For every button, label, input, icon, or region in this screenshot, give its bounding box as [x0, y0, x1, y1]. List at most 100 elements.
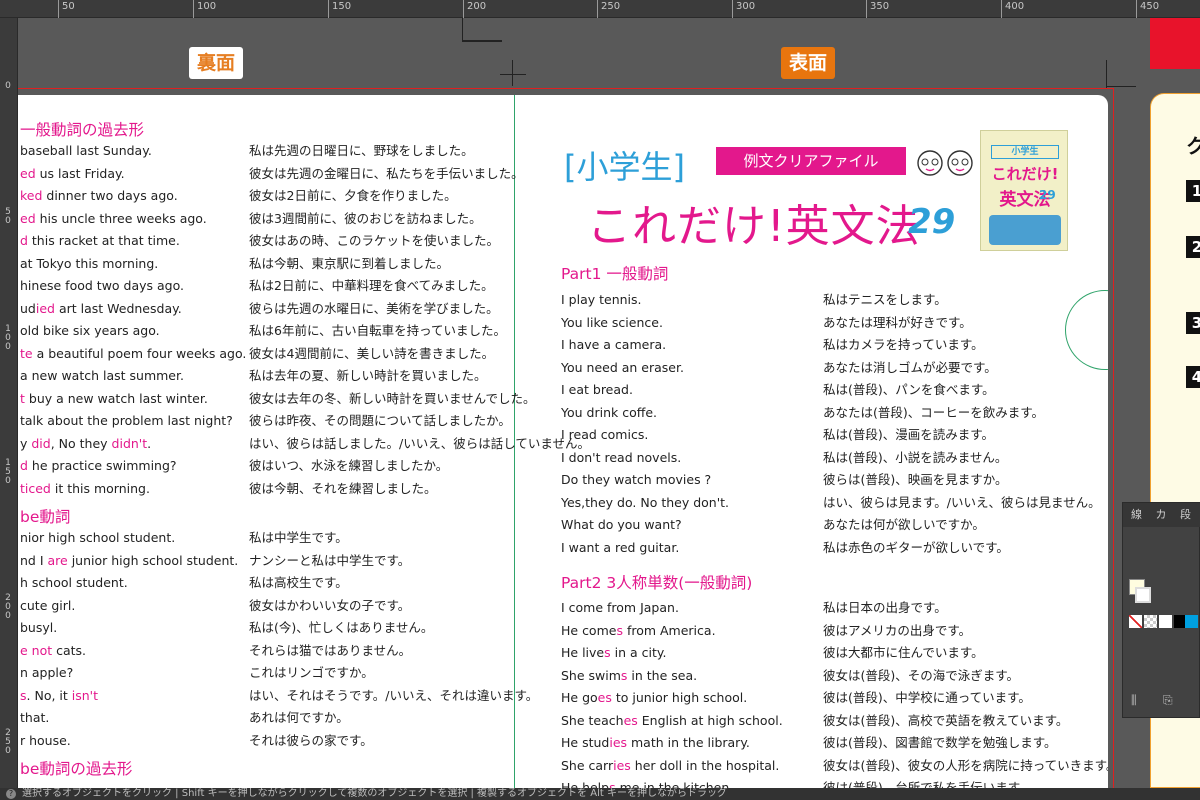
example-japanese: 私はカメラを持っています。: [823, 337, 984, 352]
example-japanese: 彼は(普段)、図書館で数学を勉強します。: [823, 735, 1057, 750]
example-english: s. No, it isn't: [20, 688, 98, 704]
stroke-color-swatch[interactable]: [1135, 587, 1151, 603]
ruler-top[interactable]: 50 100 150 200 250 300 350 400 450: [0, 0, 1200, 18]
example-japanese: それは彼らの家です。: [249, 732, 373, 748]
en-text: to junior high school.: [611, 690, 748, 705]
example-japanese: 私は中学生です。: [249, 530, 348, 545]
en-text: ud: [20, 300, 36, 316]
example-japanese: はい、彼らは話しました。/いいえ、彼らは話していません。: [249, 435, 590, 451]
example-english: He lives in a city.: [561, 645, 666, 661]
en-highlight: te: [20, 345, 33, 361]
example-japanese: 彼は今朝、それを練習しました。: [249, 480, 437, 496]
example-english: te a beautiful poem four weeks ago.: [20, 346, 246, 362]
number-badge: 2: [1186, 236, 1200, 258]
en-text: nd I: [20, 552, 48, 568]
en-text: dinner two days ago.: [42, 188, 178, 203]
example-english: I want a red guitar.: [561, 539, 680, 555]
section-title: be動詞の過去形: [20, 760, 133, 778]
example-japanese: 彼らは(普段)、映画を見ますか。: [823, 472, 1008, 487]
example-english: Yes,they do. No they don't.: [561, 494, 730, 510]
example-japanese: 私は日本の出身です。: [823, 600, 947, 615]
none-swatch[interactable]: [1129, 615, 1142, 628]
ruler-mark: 250: [597, 0, 620, 18]
artboard-page[interactable]: 一般動詞の過去形 baseball last Sunday. 私は先週の日曜日に、…: [18, 95, 1108, 788]
en-highlight: did: [31, 435, 51, 451]
example-english: ed his uncle three weeks ago.: [20, 211, 207, 227]
example-japanese: あなたは(普段)、コーヒーを飲みます。: [823, 404, 1045, 420]
en-highlight: ies: [609, 735, 628, 750]
crop-mark: [462, 18, 463, 42]
example-japanese: 私は(普段)、漫画を読みます。: [823, 427, 995, 442]
example-english: that.: [20, 710, 50, 725]
example-english: She swims in the sea.: [561, 668, 697, 684]
ruler-mark: 5 0: [5, 207, 11, 226]
en-text: He come: [561, 622, 617, 638]
example-english: What do you want?: [561, 517, 682, 532]
example-english: I eat bread.: [561, 382, 633, 397]
en-text: He go: [561, 690, 598, 705]
help-icon[interactable]: ?: [6, 789, 16, 799]
registration-swatch[interactable]: [1144, 615, 1157, 628]
crop-mark: [1106, 60, 1107, 88]
example-japanese: はい、それはそうです。/いいえ、それは違います。: [249, 687, 539, 703]
paper-swatch[interactable]: [1159, 615, 1172, 628]
ruler-mark: 300: [732, 0, 755, 18]
ruler-mark: 2 0 0: [5, 593, 11, 621]
example-japanese: あなたは何が欲しいですか。: [823, 517, 985, 532]
example-english: You need an eraser.: [561, 359, 684, 375]
panel-tabs[interactable]: 線 カ 段: [1123, 503, 1200, 527]
ruler-left[interactable]: 0 5 0 1 0 0 1 5 0 2 0 0 2 5 0: [0, 18, 18, 788]
example-english: ticed it this morning.: [20, 481, 150, 497]
example-english: h school student.: [20, 575, 128, 590]
example-japanese: 私は(普段)、パンを食べます。: [823, 382, 995, 397]
status-bar: 選択するオブジェクトをクリック | Shift キーを押しながらクリックして複数…: [0, 788, 1200, 800]
en-text: He stud: [561, 735, 610, 750]
cover-line: これだけ!: [991, 165, 1059, 183]
en-text: a beautiful poem four weeks ago.: [32, 345, 247, 361]
en-highlight: ied: [35, 300, 55, 316]
number-badge: 3: [1186, 312, 1200, 334]
swatches-panel[interactable]: 線 カ 段 ⫼ ⎘: [1122, 502, 1200, 718]
example-english: t buy a new watch last winter.: [20, 391, 208, 407]
title-small: [小学生]: [564, 148, 685, 186]
title-badge: 例文クリアファイル: [716, 147, 906, 175]
example-english: y did, No they didn't.: [20, 436, 151, 452]
cyan-swatch[interactable]: [1185, 615, 1198, 628]
example-japanese: 私は赤色のギターが欲しいです。: [823, 539, 1009, 555]
ruler-mark: 350: [866, 0, 889, 18]
adjacent-red-shape: [1150, 18, 1200, 69]
en-text: he practice swimming?: [27, 458, 177, 473]
library-icon[interactable]: ⫼: [1131, 693, 1137, 708]
book-cover-image: 小学生 これだけ! 英文法 29: [980, 130, 1068, 251]
example-japanese: 彼らは昨夜、その問題について話しましたか。: [249, 413, 511, 428]
new-swatch-icon[interactable]: ⎘: [1163, 693, 1173, 708]
en-text: I come from Japan.: [561, 600, 679, 615]
section-title: 一般動詞の過去形: [20, 121, 145, 139]
en-highlight: ticed: [20, 480, 51, 496]
example-japanese: 私は去年の夏、新しい時計を買いました。: [249, 368, 487, 383]
en-highlight: ies: [613, 757, 631, 773]
en-text: .: [147, 435, 152, 451]
en-highlight: are: [47, 552, 68, 568]
example-english: nd I are junior high school student.: [20, 553, 238, 569]
ruler-mark: 200: [463, 0, 486, 18]
example-japanese: 彼は(普段)、中学校に通っています。: [823, 690, 1031, 705]
crop-mark: [1106, 86, 1136, 87]
en-text: in the sea.: [627, 667, 698, 683]
ruler-mark: 2 5 0: [5, 728, 11, 756]
faces-icon: [917, 150, 973, 176]
example-japanese: あなたは消しゴムが必要です。: [823, 359, 997, 375]
en-highlight: didn't: [111, 435, 148, 451]
example-japanese: 私は今朝、東京駅に到着しました。: [249, 255, 450, 271]
example-japanese: それらは猫ではありません。: [249, 642, 412, 658]
example-english: He helps me in the kitchen.: [561, 780, 733, 788]
example-english: at Tokyo this morning.: [20, 255, 159, 271]
en-text: She swim: [561, 667, 621, 683]
example-japanese: 私は6年前に、古い自転車を持っていました。: [249, 323, 506, 338]
example-english: I come from Japan.: [561, 600, 679, 616]
example-japanese: あなたは理科が好きです。: [823, 314, 972, 330]
example-japanese: ナンシーと私は中学生です。: [249, 552, 411, 568]
example-english: I have a camera.: [561, 337, 667, 352]
example-english: a new watch last summer.: [20, 368, 184, 383]
example-japanese: 彼女はかわいい女の子です。: [249, 597, 411, 613]
